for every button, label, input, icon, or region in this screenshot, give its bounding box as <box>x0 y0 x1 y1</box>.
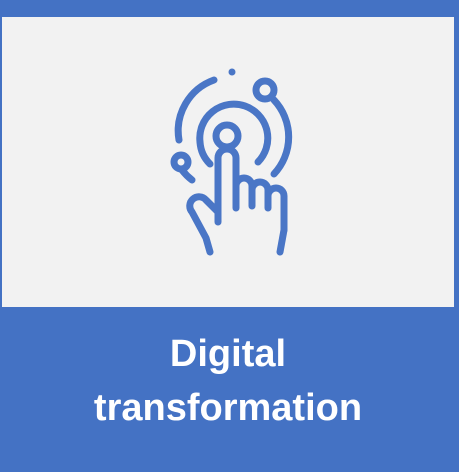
tile-label-line-1: Digital <box>169 332 287 375</box>
label-band: Digital transformation <box>2 307 454 450</box>
tile-label-line-2: transformation <box>93 386 363 429</box>
digital-transformation-tile[interactable]: Digital transformation <box>0 0 459 472</box>
tile-label: Digital transformation <box>94 327 362 435</box>
tile-inner: Digital transformation <box>2 17 454 450</box>
touch-target-icon <box>170 68 293 256</box>
icon-panel <box>2 17 454 307</box>
